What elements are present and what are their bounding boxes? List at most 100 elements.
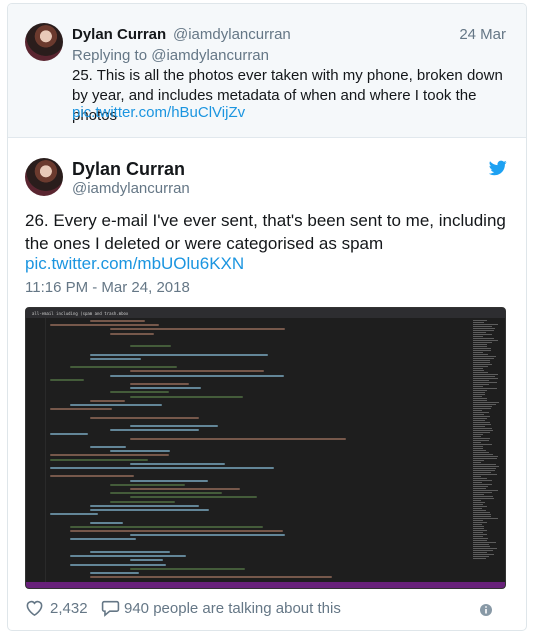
minimap-line (473, 548, 498, 549)
comment-icon[interactable] (101, 599, 120, 617)
code-line (90, 446, 126, 448)
media-link[interactable]: pic.twitter.com/mbUOlu6KXN (25, 254, 244, 274)
minimap-line (473, 338, 494, 339)
tweet-timestamp[interactable]: 11:16 PM - Mar 24, 2018 (25, 279, 190, 296)
minimap-line (473, 362, 491, 363)
minimap-line (473, 414, 484, 415)
minimap-line (473, 526, 484, 527)
code-line (50, 378, 85, 381)
minimap-line (473, 380, 490, 381)
editor-statusbar (26, 582, 505, 588)
minimap-line (473, 408, 491, 409)
minimap-line (473, 554, 495, 555)
minimap-line (473, 352, 484, 353)
minimap-line (473, 354, 489, 355)
code-line (50, 408, 113, 411)
tweet-embed: Dylan Curran @iamdylancurran 24 Mar Repl… (7, 3, 527, 631)
code-line (90, 416, 199, 419)
minimap-line (473, 360, 491, 361)
minimap-line (473, 442, 482, 443)
code-line (70, 525, 263, 528)
minimap-line (473, 520, 483, 521)
minimap-line (473, 482, 483, 483)
minimap-line (473, 536, 483, 537)
minimap-line (473, 500, 482, 501)
author-name[interactable]: Dylan Curran (72, 26, 166, 43)
code-line (110, 500, 176, 503)
code-line (90, 576, 333, 579)
code-line (130, 559, 163, 562)
minimap-line (473, 428, 492, 429)
minimap-line (473, 546, 491, 547)
tweet-media-image[interactable]: all-email including (spam and trash.mbox (25, 307, 506, 589)
minimap-line (473, 522, 488, 523)
code-line (90, 399, 126, 402)
code-line (50, 324, 160, 327)
talking-about-link[interactable]: 940 people are talking about this (124, 600, 341, 617)
code-line (130, 437, 346, 440)
minimap-line (473, 496, 494, 497)
avatar[interactable] (25, 158, 63, 196)
replying-handle[interactable]: @iamdylancurran (151, 47, 269, 64)
replying-label: Replying to (72, 47, 148, 64)
minimap-line (473, 420, 486, 421)
code-line (110, 391, 169, 394)
minimap-line (473, 542, 496, 543)
minimap-line (473, 524, 483, 525)
code-line (50, 467, 274, 469)
minimap-line (473, 374, 498, 375)
code-line (110, 483, 185, 486)
minimap-line (473, 368, 483, 369)
parent-tweet[interactable]: Dylan Curran @iamdylancurran 24 Mar Repl… (8, 4, 526, 138)
minimap-line (473, 512, 490, 513)
code-line (50, 454, 169, 457)
editor-code-area (50, 320, 450, 580)
minimap-line (473, 550, 494, 551)
info-icon[interactable] (480, 604, 492, 616)
minimap-line (473, 544, 490, 545)
minimap-line (473, 454, 494, 455)
minimap-line (473, 424, 492, 425)
minimap-line (473, 552, 488, 553)
tweet-date[interactable]: 24 Mar (459, 26, 506, 43)
minimap-line (473, 528, 484, 529)
minimap-line (473, 556, 490, 557)
author-handle[interactable]: @iamdylancurran (173, 26, 291, 43)
code-line (130, 567, 246, 570)
minimap-line (473, 468, 497, 469)
minimap-line (473, 492, 492, 493)
minimap-line (473, 472, 492, 473)
minimap-line (473, 490, 499, 491)
minimap-line (473, 484, 493, 485)
minimap-line (473, 558, 486, 559)
like-count[interactable]: 2,432 (50, 600, 88, 617)
minimap-line (473, 432, 490, 433)
code-line (90, 353, 268, 356)
minimap-line (473, 396, 482, 397)
minimap-line (473, 336, 484, 337)
avatar[interactable] (25, 23, 63, 61)
media-link[interactable]: pic.twitter.com/hBuClVijZv (72, 104, 245, 121)
minimap-line (473, 458, 497, 459)
code-line (110, 492, 223, 495)
twitter-bird-icon[interactable] (489, 160, 507, 176)
code-line (130, 534, 286, 537)
minimap-line (473, 470, 495, 471)
minimap-line (473, 516, 491, 517)
author-name[interactable]: Dylan Curran (72, 159, 185, 180)
minimap-line (473, 386, 483, 387)
minimap-line (473, 446, 483, 447)
editor-titlebar: all-email including (spam and trash.mbox (26, 308, 505, 318)
minimap-line (473, 390, 488, 391)
heart-icon[interactable] (25, 599, 44, 617)
code-line (90, 572, 139, 574)
code-line (70, 555, 186, 558)
minimap-line (473, 448, 483, 449)
minimap-line (473, 384, 489, 385)
minimap-line (473, 416, 490, 417)
minimap-line (473, 422, 491, 423)
code-line (70, 563, 166, 566)
tweet-text: 26. Every e-mail I've ever sent, that's … (25, 211, 506, 253)
code-line (70, 530, 283, 532)
author-handle[interactable]: @iamdylancurran (72, 180, 190, 197)
